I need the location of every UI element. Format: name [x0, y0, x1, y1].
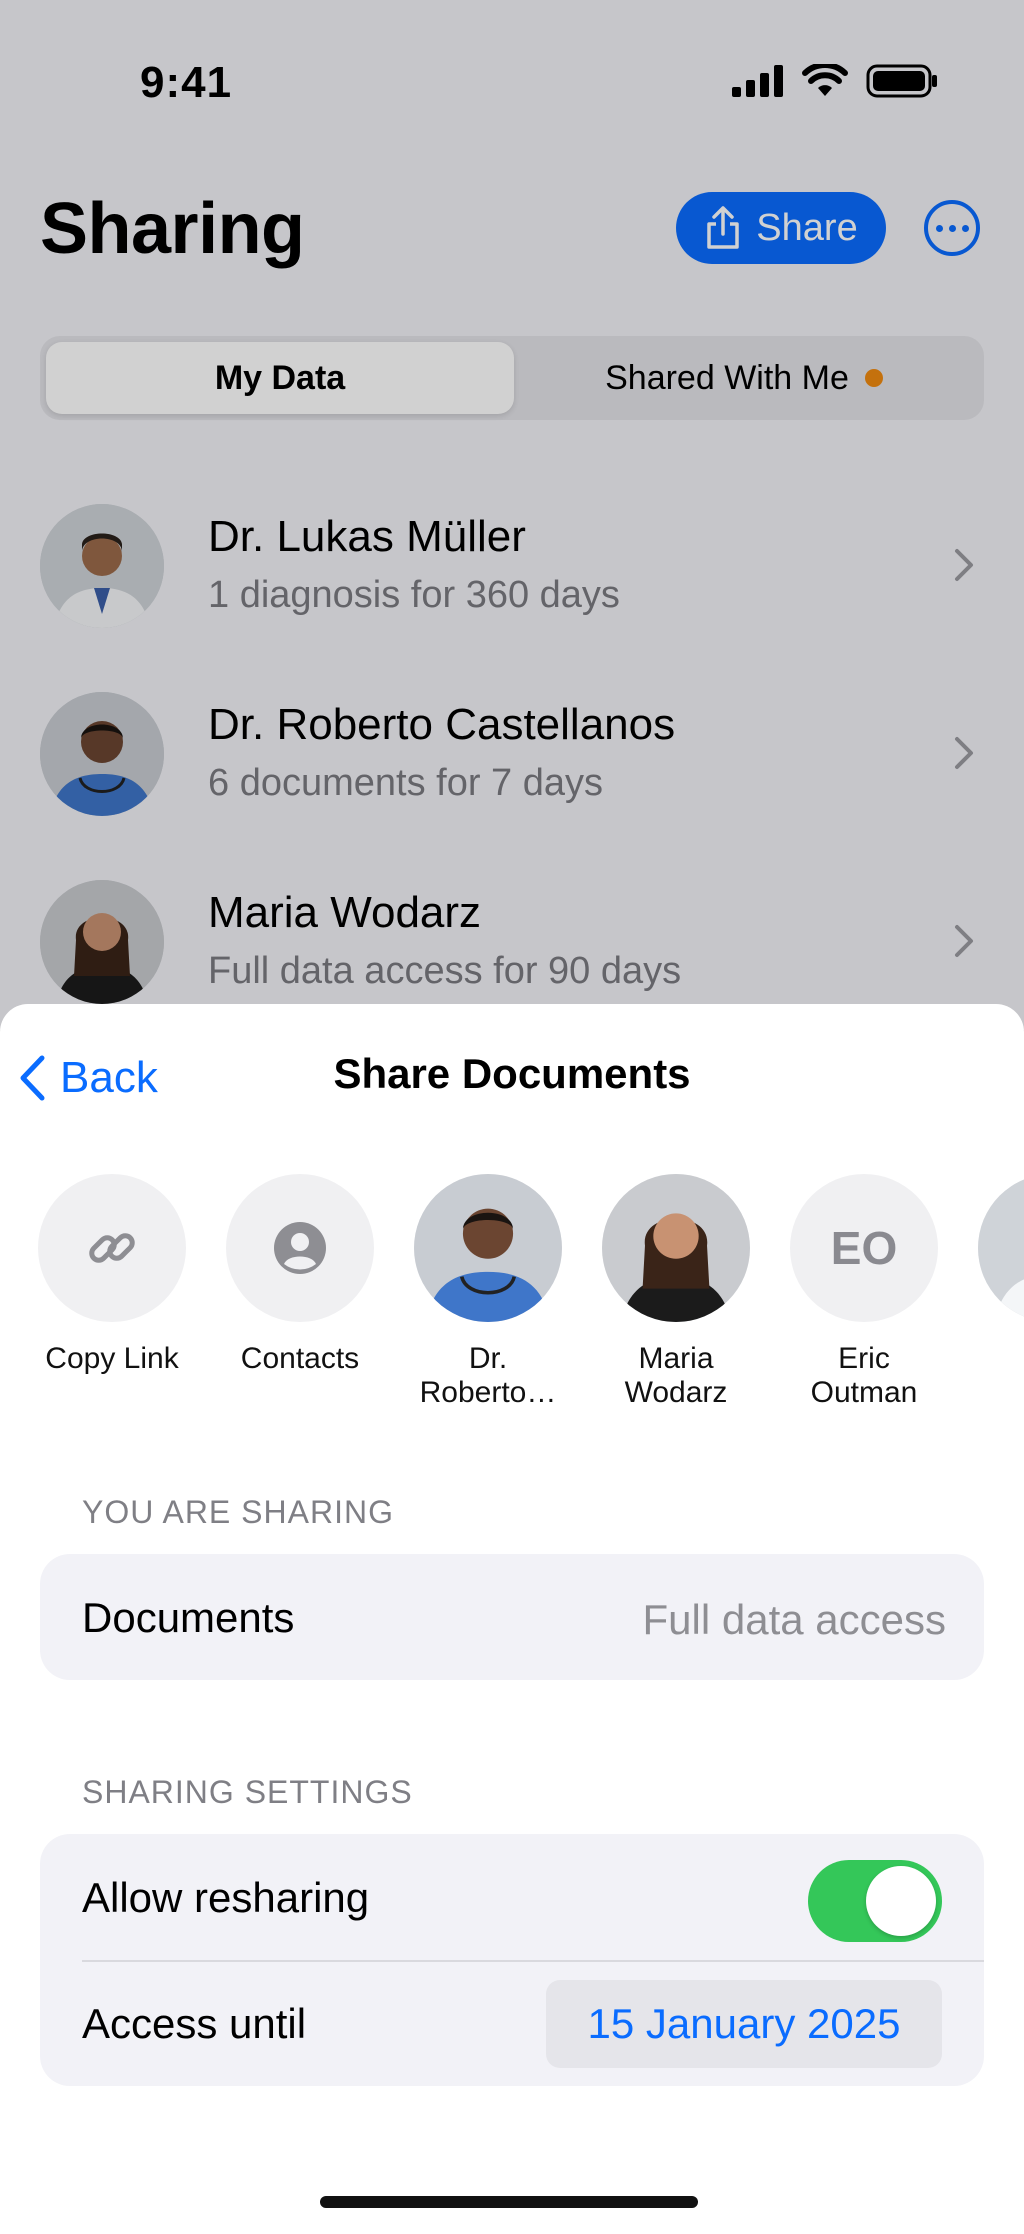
share-icon: [707, 206, 740, 249]
share-target-copy-link[interactable]: Copy Link: [18, 1174, 206, 1376]
share-target-maria[interactable]: Maria Wodarz: [582, 1174, 770, 1410]
list-item[interactable]: Dr. Roberto Castellanos 6 documents for …: [0, 672, 1024, 852]
share-target-label: Copy Link: [45, 1342, 179, 1375]
documents-row[interactable]: Documents Full data access: [40, 1554, 984, 1680]
share-target-label: Contacts: [240, 1342, 360, 1375]
share-target-label: Eric Outman: [810, 1342, 918, 1409]
avatar: [40, 504, 164, 628]
page-title: Sharing: [40, 189, 305, 269]
person-circle-icon: [226, 1174, 374, 1322]
share-target-label: Dr. Roberto…: [419, 1342, 557, 1409]
share-button[interactable]: Share: [676, 192, 886, 264]
share-documents-sheet: Back Share Documents Copy Link Contacts: [0, 1004, 1024, 2234]
share-targets-row: Copy Link Contacts Dr. Roberto… Maria Wo…: [0, 1174, 1024, 1414]
avatar: [414, 1174, 562, 1322]
share-target-eric[interactable]: EO Eric Outman: [770, 1174, 958, 1410]
link-icon: [38, 1174, 186, 1322]
avatar: [40, 880, 164, 1004]
avatar: [978, 1174, 1024, 1322]
avatar: [602, 1174, 750, 1322]
access-until-row: Access until 15 January 2025: [40, 1960, 984, 2086]
access-until-date-picker[interactable]: 15 January 2025: [546, 1980, 942, 2068]
sheet-title: Share Documents: [333, 1050, 691, 1097]
share-target-label: Dr: [958, 1342, 1024, 1376]
access-until-label: Access until: [82, 2000, 307, 2047]
chevron-right-icon: [955, 737, 973, 769]
allow-resharing-row: Allow resharing: [40, 1834, 984, 1960]
ellipsis-circle-icon[interactable]: [924, 200, 980, 256]
tab-shared-with-me-label: Shared With Me: [605, 358, 849, 397]
tab-shared-with-me[interactable]: Shared With Me: [510, 342, 978, 414]
cellular-signal-icon: [732, 65, 783, 97]
allow-resharing-toggle[interactable]: [808, 1860, 942, 1942]
chevron-right-icon: [955, 925, 973, 957]
toggle-knob: [866, 1866, 936, 1936]
battery-icon: [866, 64, 937, 98]
allow-resharing-label: Allow resharing: [82, 1874, 370, 1921]
initials-avatar: EO: [790, 1174, 938, 1322]
chevron-right-icon: [955, 549, 973, 581]
contact-name: Dr. Roberto Castellanos: [208, 700, 676, 749]
sharing-screen: 9:41 Sharing Share My Data Shared With M…: [0, 0, 1024, 1030]
tab-my-data-label: My Data: [214, 358, 346, 397]
documents-row-value: Full data access: [642, 1596, 946, 1643]
share-button-label: Share: [756, 206, 858, 249]
share-target-contacts[interactable]: Contacts: [206, 1174, 394, 1376]
list-item[interactable]: Dr. Lukas Müller 1 diagnosis for 360 day…: [0, 484, 1024, 664]
share-target-label: Maria Wodarz: [624, 1342, 728, 1409]
status-icons: [732, 64, 938, 98]
documents-row-label: Documents: [82, 1594, 295, 1641]
wifi-icon: [802, 64, 848, 96]
section-heading-sharing-settings: SHARING SETTINGS: [82, 1774, 413, 1810]
tab-my-data[interactable]: My Data: [46, 342, 514, 414]
segmented-control: My Data Shared With Me: [40, 336, 984, 420]
contact-detail: 6 documents for 7 days: [208, 762, 603, 804]
home-indicator: [320, 2196, 698, 2208]
contact-detail: 1 diagnosis for 360 days: [208, 574, 620, 616]
sharing-settings-group: Allow resharing Access until 15 January …: [40, 1834, 984, 2086]
status-bar: 9:41: [0, 0, 1024, 150]
sharing-summary-group: Documents Full data access: [40, 1554, 984, 1680]
contact-name: Dr. Lukas Müller: [208, 512, 526, 561]
status-time: 9:41: [140, 58, 233, 107]
contact-name: Maria Wodarz: [208, 888, 482, 937]
notification-dot: [864, 369, 883, 387]
avatar: [40, 692, 164, 816]
section-heading-you-are-sharing: YOU ARE SHARING: [82, 1494, 394, 1530]
contact-detail: Full data access for 90 days: [208, 950, 682, 992]
share-target-partial[interactable]: Dr: [958, 1174, 1024, 1376]
share-target-roberto[interactable]: Dr. Roberto…: [394, 1174, 582, 1410]
